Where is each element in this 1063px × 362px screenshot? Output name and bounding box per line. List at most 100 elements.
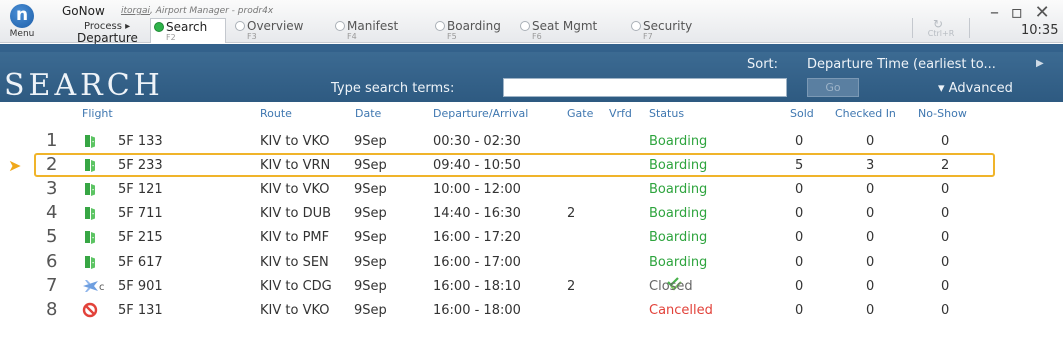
no-show-count: 0 (941, 182, 950, 198)
departure-arrival: 09:40 - 10:50 (433, 158, 521, 174)
user-link[interactable]: itorgai (121, 6, 150, 16)
flight-number[interactable]: 5F 617 (118, 255, 163, 270)
table-row[interactable]: 1 5F 133 KIV to VKO 9Sep 00:30 - 02:30 Boardi… (0, 129, 1063, 153)
table-row[interactable]: 6 5F 617 KIV to SEN 9Sep 16:00 - 17:00 Boardi… (0, 250, 1063, 274)
search-input[interactable] (503, 78, 787, 97)
tab-boarding[interactable]: Boarding F5 (432, 18, 522, 42)
status-label: Boarding (649, 182, 708, 198)
departure-arrival: 10:00 - 12:00 (433, 182, 521, 198)
flight-number[interactable]: 5F 233 (118, 158, 163, 173)
advanced-toggle[interactable]: ▾ Advanced (938, 81, 1013, 96)
departure-arrival: 14:40 - 16:30 (433, 206, 521, 222)
table-row[interactable]: 8 5F 131 KIV to VKO 9Sep 16:00 - 18:00 Cancel… (0, 298, 1063, 322)
col-date[interactable]: Date (355, 107, 381, 120)
tab-manifest[interactable]: Manifest F4 (332, 18, 422, 42)
route: KIV to VKO (260, 134, 330, 149)
sort-dropdown[interactable]: Departure Time (earliest to... (807, 57, 996, 72)
cancelled-icon (82, 302, 98, 318)
flight-number[interactable]: 5F 121 (118, 182, 163, 197)
status-label: Boarding (649, 134, 708, 149)
no-show-count: 0 (941, 254, 950, 270)
col-status[interactable]: Status (649, 107, 684, 120)
role-env: , Airport Manager - prodr4x (149, 6, 274, 16)
row-index: 2 (46, 154, 58, 176)
sort-label: Sort: (747, 57, 779, 72)
row-index: 3 (46, 178, 58, 200)
sort-arrow-icon[interactable]: ▶ (1036, 58, 1044, 69)
date: 9Sep (354, 158, 387, 174)
radio-icon (235, 21, 245, 31)
col-vrfd[interactable]: Vrfd (609, 107, 632, 120)
col-no-show[interactable]: No-Show (918, 107, 967, 120)
route: KIV to VKO (260, 182, 330, 198)
tab-shortcut: F2 (166, 33, 176, 42)
search-label: Type search terms: (331, 81, 455, 96)
gate: 2 (567, 206, 576, 222)
go-button[interactable]: Go (807, 78, 859, 97)
flight-number[interactable]: 5F 131 (118, 303, 163, 318)
tab-seat-mgmt[interactable]: Seat Mgmt F6 (517, 18, 617, 42)
table-row[interactable]: 4 5F 711 KIV to DUB 9Sep 14:40 - 16:30 2 Board… (0, 201, 1063, 225)
tab-label: Security (643, 19, 693, 33)
row-index: 1 (46, 130, 58, 151)
sold-count: 0 (795, 278, 804, 294)
tab-search[interactable]: Search F2 (150, 18, 226, 43)
tab-overview[interactable]: Overview F3 (232, 18, 318, 42)
status-label: Boarding (649, 206, 708, 222)
open-door-icon (82, 181, 98, 197)
tab-shortcut: F7 (643, 32, 653, 41)
tab-label: Manifest (347, 19, 399, 33)
date: 9Sep (354, 134, 387, 149)
route: KIV to CDG (260, 278, 332, 294)
radio-icon (631, 21, 641, 31)
date: 9Sep (354, 230, 387, 246)
open-door-icon (82, 254, 98, 270)
refresh-shortcut: Ctrl+R (927, 29, 955, 38)
checked-in-count: 0 (866, 182, 875, 198)
selected-row-arrow-icon: ➤ (8, 156, 22, 176)
table-header: Flight Route Date Departure/Arrival Gate… (0, 103, 1063, 123)
tab-label: Boarding (447, 19, 501, 33)
col-flight[interactable]: Flight (82, 107, 113, 120)
row-index: 6 (46, 250, 58, 272)
sold-count: 0 (795, 302, 804, 318)
status-label: Closed (649, 278, 693, 294)
date: 9Sep (354, 206, 387, 222)
status-label: Boarding (649, 158, 708, 174)
row-index: 7 (46, 274, 58, 296)
date: 9Sep (354, 302, 387, 318)
table-row[interactable]: 3 5F 121 KIV to VKO 9Sep 10:00 - 12:00 Boardi… (0, 177, 1063, 201)
departure-arrival: 16:00 - 17:20 (433, 230, 521, 246)
flight-number[interactable]: 5F 711 (118, 206, 163, 221)
table-row[interactable]: 5 5F 215 KIV to PMF 9Sep 16:00 - 17:20 Boardi… (0, 225, 1063, 249)
flight-number[interactable]: 5F 133 (118, 134, 163, 149)
date: 9Sep (354, 278, 387, 294)
sold-count: 0 (795, 134, 804, 149)
col-gate[interactable]: Gate (567, 107, 593, 120)
refresh-button[interactable]: ↻ Ctrl+R (912, 17, 970, 38)
menu-button[interactable]: n Menu (7, 4, 37, 42)
radio-icon (520, 21, 530, 31)
window-controls[interactable]: – ▫ ✕ (990, 2, 1053, 23)
clock: 10:35 (1021, 23, 1059, 38)
flight-number[interactable]: 5F 215 (118, 230, 163, 245)
col-checked-in[interactable]: Checked In (835, 107, 896, 120)
plane-closed-icon: c (82, 278, 112, 294)
departure-arrival: 16:00 - 18:10 (433, 278, 521, 294)
open-door-icon (82, 133, 98, 149)
status-label: Boarding (649, 254, 708, 270)
departure-arrival: 16:00 - 17:00 (433, 254, 521, 270)
table-row[interactable]: ➤ 2 5F 233 KIV to VRN 9Sep 09:40 - 10:50 Board… (0, 153, 1063, 178)
route: KIV to VKO (260, 302, 330, 318)
col-sold[interactable]: Sold (790, 107, 814, 120)
col-departure-arrival[interactable]: Departure/Arrival (433, 107, 528, 120)
user-info: itorgai, Airport Manager - prodr4x (121, 6, 273, 16)
tab-security[interactable]: Security F7 (628, 18, 718, 42)
table-row[interactable]: 7 c 5F 901 KIV to CDG 9Sep 16:00 - 18:10 2 Clos… (0, 274, 1063, 298)
col-route[interactable]: Route (260, 107, 292, 120)
no-show-count: 0 (941, 302, 950, 318)
sold-count: 5 (795, 158, 804, 174)
no-show-count: 0 (941, 230, 950, 246)
app-logo-icon: n (10, 4, 34, 28)
flight-number[interactable]: 5F 901 (118, 279, 163, 294)
